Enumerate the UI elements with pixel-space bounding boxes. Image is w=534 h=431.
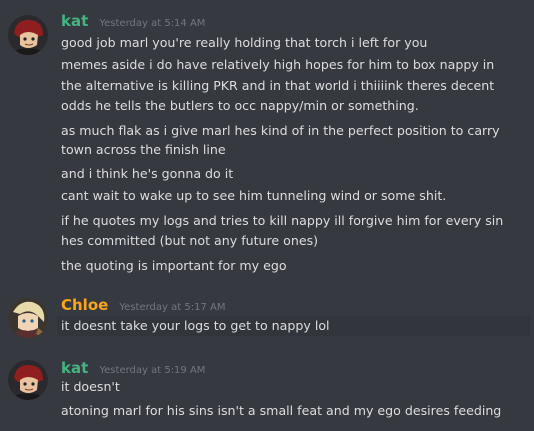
username-kat[interactable]: kat bbox=[61, 12, 88, 30]
message-text: odds he tells the butlers to occ nappy/m… bbox=[61, 98, 419, 113]
message-text: if he quotes my logs and tries to kill n… bbox=[61, 213, 504, 228]
chloe-avatar-icon[interactable] bbox=[8, 298, 48, 338]
kat-avatar-icon[interactable] bbox=[8, 360, 48, 400]
message-text: town across the finish line bbox=[61, 142, 226, 157]
message-text: cant wait to wake up to see him tunnelin… bbox=[61, 188, 447, 203]
message-header: Chloe Yesterday at 5:17 AM bbox=[61, 295, 225, 315]
username-chloe[interactable]: Chloe bbox=[61, 296, 108, 314]
message-text: it doesn't bbox=[61, 379, 120, 394]
chat-message-list: kat Yesterday at 5:14 AM good job marl y… bbox=[0, 0, 534, 431]
message-text: hes committed (but not any future ones) bbox=[61, 233, 319, 248]
message-text: it doesnt take your logs to get to nappy… bbox=[57, 316, 530, 336]
message-timestamp: Yesterday at 5:19 AM bbox=[99, 365, 206, 376]
message-text: the alternative is killing PKR and in th… bbox=[61, 78, 495, 93]
message-text: as much flak as i give marl hes kind of … bbox=[61, 123, 500, 138]
message-text: and i think he's gonna do it bbox=[61, 166, 234, 181]
message-text: good job marl you're really holding that… bbox=[61, 35, 428, 50]
kat-avatar-icon[interactable] bbox=[8, 15, 48, 55]
username-kat[interactable]: kat bbox=[61, 359, 88, 377]
message-text: memes aside i do have relatively high ho… bbox=[61, 57, 495, 72]
message-timestamp: Yesterday at 5:17 AM bbox=[119, 302, 226, 313]
message-text: the quoting is important for my ego bbox=[61, 258, 287, 273]
message-timestamp: Yesterday at 5:14 AM bbox=[99, 18, 206, 29]
message-text: atoning marl for his sins isn't a small … bbox=[61, 403, 502, 418]
message-header: kat Yesterday at 5:19 AM bbox=[61, 358, 205, 378]
message-header: kat Yesterday at 5:14 AM bbox=[61, 11, 205, 31]
